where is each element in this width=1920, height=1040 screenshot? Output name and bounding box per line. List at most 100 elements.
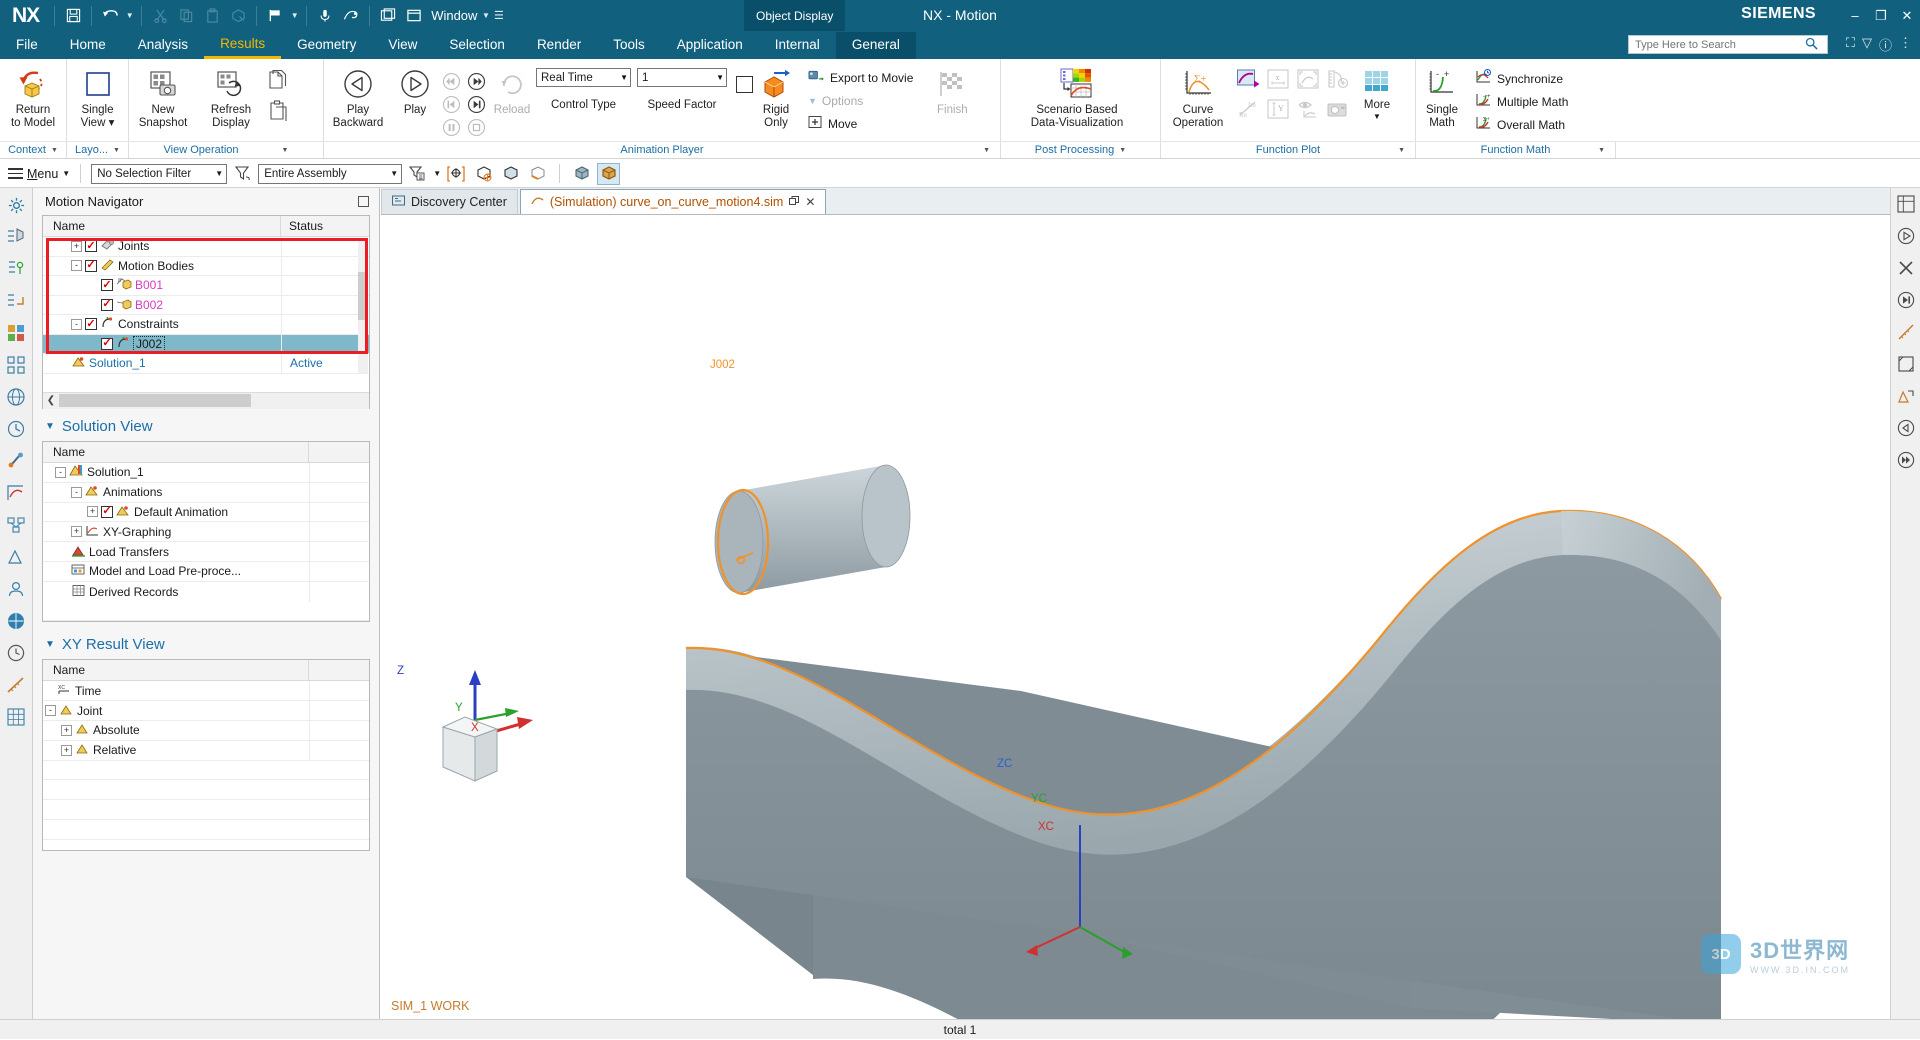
- graphics-viewport[interactable]: J002 ZC YC XC Z Y X SIM_1 WORK 3D 3D世界网 …: [381, 215, 1890, 1019]
- save-icon[interactable]: [60, 4, 86, 28]
- reuse-library-icon[interactable]: [3, 320, 29, 346]
- paste-display-icon[interactable]: [265, 98, 291, 124]
- list-item[interactable]: XC Time: [43, 681, 369, 702]
- flag-icon[interactable]: [262, 4, 288, 28]
- roles-icon[interactable]: [3, 576, 29, 602]
- grid-view-icon[interactable]: [3, 704, 29, 730]
- tab-tools[interactable]: Tools: [597, 32, 661, 59]
- panel-dock-icon[interactable]: [358, 196, 369, 207]
- return-to-model-button[interactable]: Return to Model: [0, 62, 66, 129]
- play-backward-button[interactable]: Play Backward: [324, 62, 392, 129]
- window-dropdown-icon[interactable]: ▼: [479, 11, 492, 20]
- tab-simulation-file[interactable]: (Simulation) curve_on_curve_motion4.sim …: [519, 189, 827, 214]
- rigid-only-checkbox[interactable]: [727, 62, 755, 93]
- more-function-plot-button[interactable]: More ▼: [1355, 62, 1399, 121]
- simulation-navigator-icon[interactable]: [3, 480, 29, 506]
- restore-button[interactable]: ❐: [1868, 0, 1894, 31]
- overall-math-button[interactable]: Σ+ Overall Math: [1472, 114, 1571, 135]
- ruler-icon[interactable]: [1894, 320, 1918, 344]
- select-general-object-icon[interactable]: [445, 163, 468, 185]
- tab-home[interactable]: Home: [54, 32, 122, 59]
- tab-geometry[interactable]: Geometry: [281, 32, 372, 59]
- expander-icon[interactable]: +: [71, 240, 82, 252]
- speed-factor-select[interactable]: 1 ▼: [637, 68, 727, 87]
- table-row[interactable]: ✓ J002: [43, 334, 369, 354]
- tab-restore-icon[interactable]: [789, 195, 800, 209]
- search-box[interactable]: [1628, 35, 1828, 54]
- clock-icon[interactable]: [3, 640, 29, 666]
- expander-icon[interactable]: -: [71, 318, 82, 330]
- rotate-left-icon[interactable]: [1894, 416, 1918, 440]
- row-checkbox[interactable]: ✓: [101, 505, 113, 518]
- expander-icon[interactable]: +: [61, 744, 72, 756]
- fullscreen-icon[interactable]: ⛶: [1846, 35, 1855, 54]
- list-item[interactable]: + XY-Graphing: [43, 522, 369, 543]
- plot-curve-icon[interactable]: [1235, 66, 1261, 92]
- system-materials-icon[interactable]: [3, 608, 29, 634]
- zoom-region-icon[interactable]: [1894, 384, 1918, 408]
- tab-view[interactable]: View: [372, 32, 433, 59]
- history-icon[interactable]: [3, 416, 29, 442]
- microphone-icon[interactable]: [312, 4, 338, 28]
- search-icon[interactable]: [1805, 37, 1818, 53]
- rigid-only-button[interactable]: Rigid Only: [755, 62, 797, 129]
- copy-display-icon[interactable]: [265, 68, 291, 94]
- ribbon-options-icon[interactable]: ⋮: [1899, 35, 1912, 54]
- toggle-shaded-icon[interactable]: [570, 163, 593, 185]
- play-button[interactable]: Play: [392, 62, 438, 117]
- layout-grid-icon[interactable]: [1894, 192, 1918, 216]
- list-item[interactable]: - Solution_1: [43, 463, 369, 483]
- expander-icon[interactable]: +: [71, 526, 82, 538]
- assembly-navigator-icon[interactable]: [3, 224, 29, 250]
- row-checkbox[interactable]: ✓: [101, 298, 113, 311]
- tab-file[interactable]: File: [0, 32, 54, 59]
- export-to-movie-button[interactable]: Export to Movie: [805, 67, 916, 88]
- systems-navigator-icon[interactable]: [3, 512, 29, 538]
- scroll-left-icon[interactable]: ❮: [43, 395, 59, 406]
- step-forward-small-icon[interactable]: [1894, 288, 1918, 312]
- tab-selection[interactable]: Selection: [433, 32, 521, 59]
- undo-dropdown-icon[interactable]: ▼: [123, 11, 136, 20]
- scenario-based-data-visualization-button[interactable]: Scenario Based Data-Visualization: [1001, 62, 1153, 129]
- close-x-icon[interactable]: [1894, 256, 1918, 280]
- more-commands-icon[interactable]: ☰: [492, 9, 505, 22]
- table-row[interactable]: Solution_1 Active ▼: [43, 354, 369, 374]
- expander-icon[interactable]: -: [71, 486, 82, 498]
- solution-view-header[interactable]: ▼ Solution View: [33, 409, 379, 441]
- tree-horizontal-scrollbar[interactable]: ❮: [43, 391, 369, 409]
- selection-scope-select[interactable]: Entire Assembly ▼: [258, 163, 403, 184]
- tab-general[interactable]: General: [835, 32, 916, 59]
- list-item[interactable]: Derived Records: [43, 581, 369, 602]
- tab-render[interactable]: Render: [521, 32, 597, 59]
- tab-internal[interactable]: Internal: [759, 32, 836, 59]
- expander-icon[interactable]: -: [45, 705, 56, 717]
- xy-result-view-header[interactable]: ▼ XY Result View: [33, 622, 379, 659]
- expander-icon[interactable]: +: [61, 724, 72, 736]
- collapse-triangle-icon[interactable]: ▼: [45, 639, 55, 650]
- tab-discovery-center[interactable]: Discovery Center: [381, 189, 518, 214]
- row-checkbox[interactable]: ✓: [85, 318, 97, 331]
- new-snapshot-button[interactable]: New Snapshot: [129, 62, 197, 129]
- list-item[interactable]: + ✓ Default Animation: [43, 502, 369, 523]
- list-item[interactable]: + Absolute: [43, 720, 369, 741]
- row-checkbox[interactable]: ✓: [85, 240, 97, 253]
- curve-operation-button[interactable]: Σ+ Curve Operation: [1161, 62, 1235, 129]
- select-face-icon[interactable]: [499, 163, 522, 185]
- close-button[interactable]: ✕: [1894, 0, 1920, 31]
- constraint-navigator-icon[interactable]: [3, 256, 29, 282]
- menu-dropdown-icon[interactable]: ▼: [62, 169, 70, 178]
- toggle-shaded-with-edges-icon[interactable]: [597, 162, 621, 185]
- ribbon-toggle-icon[interactable]: ▽: [1862, 35, 1872, 54]
- control-type-select[interactable]: Real Time ▼: [536, 68, 631, 87]
- expander-icon[interactable]: -: [71, 260, 82, 272]
- tab-results[interactable]: Results: [204, 31, 282, 59]
- search-input[interactable]: [1633, 37, 1805, 52]
- expander-icon[interactable]: +: [87, 506, 98, 518]
- 3d-scene[interactable]: [381, 215, 1890, 1019]
- flag-dropdown-icon[interactable]: ▼: [288, 11, 301, 20]
- row-checkbox[interactable]: ✓: [101, 337, 113, 350]
- row-checkbox[interactable]: ✓: [85, 259, 97, 272]
- select-body-icon[interactable]: [472, 163, 495, 185]
- select-edge-icon[interactable]: [526, 163, 549, 185]
- tab-analysis[interactable]: Analysis: [122, 32, 204, 59]
